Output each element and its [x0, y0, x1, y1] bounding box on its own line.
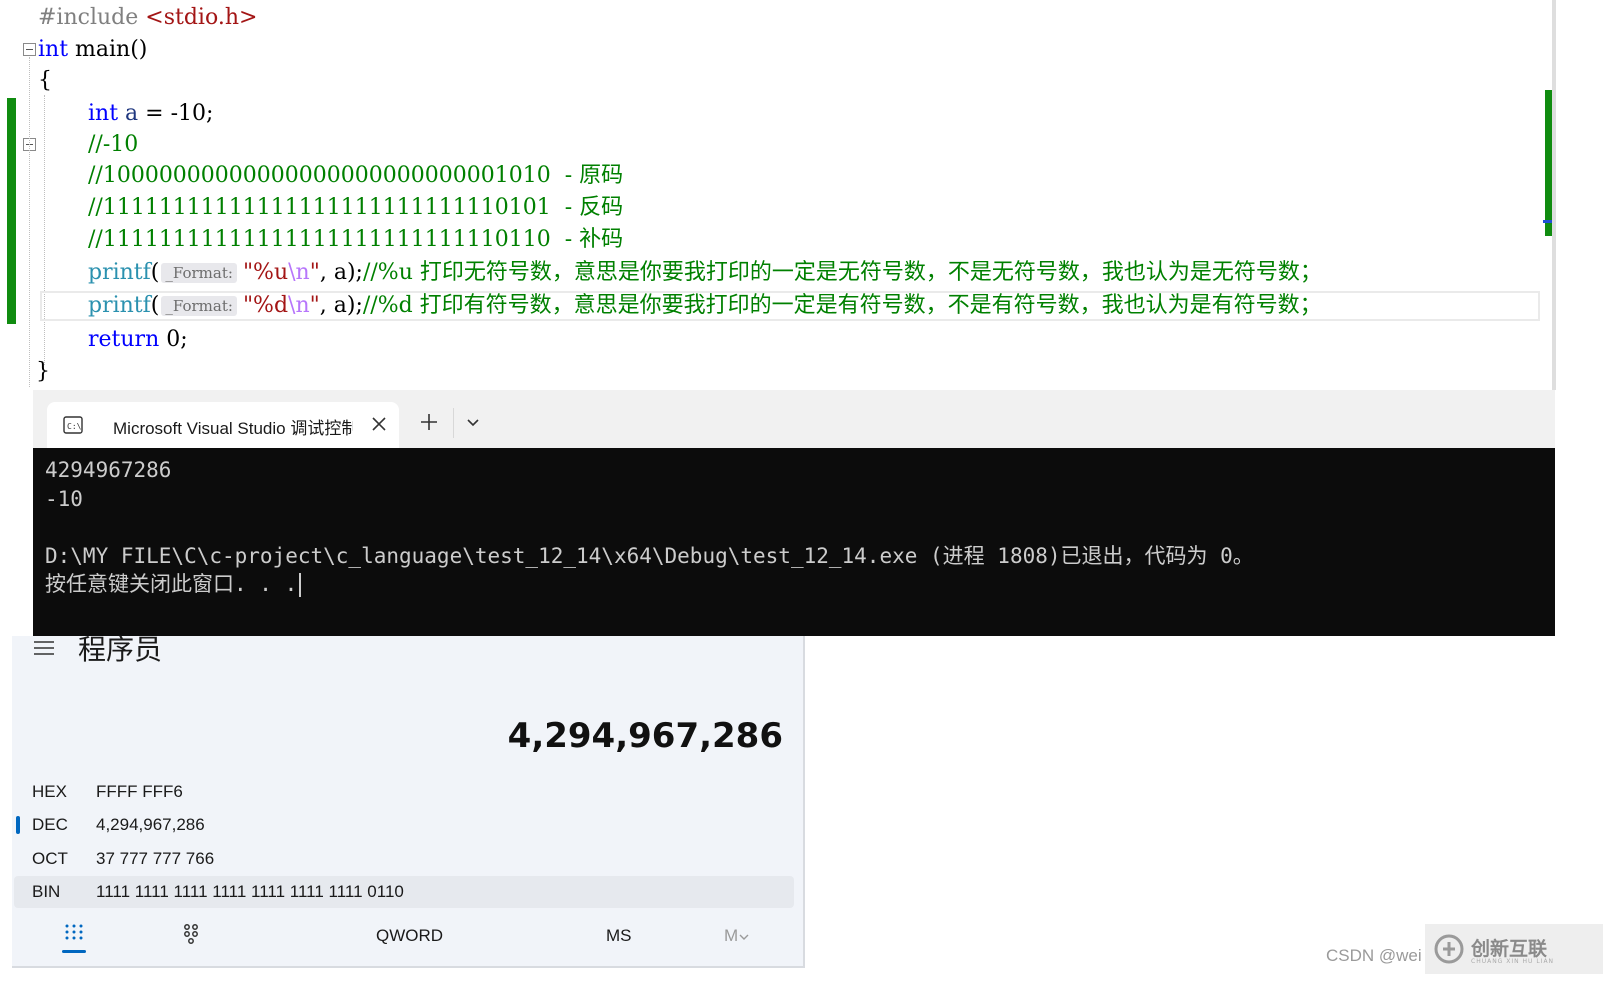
active-tab-underline	[62, 950, 86, 953]
calculator-display: 4,294,967,286	[507, 716, 783, 756]
calculator-window[interactable]: 程序员 4,294,967,286 HEX FFFF FFF6 DEC 4,29…	[12, 634, 805, 968]
logo-subtext: CHUANG XIN HU LIAN	[1471, 958, 1555, 965]
vertical-scrollbar[interactable]	[1552, 0, 1556, 390]
console-icon: C:\	[63, 416, 83, 434]
memory-store-button[interactable]: MS	[606, 926, 632, 946]
text-cursor	[299, 573, 302, 597]
output-line: -10	[45, 486, 83, 511]
comment-signed: //%d 打印有符号数，意思是你要我打印的一定是有符号数，不是有符号数，我也认为…	[362, 293, 1322, 318]
radix-value: 1111 1111 1111 1111 1111 1111 1111 0110	[96, 882, 404, 901]
bit-toggle-keypad-icon[interactable]	[179, 922, 203, 946]
radix-label: HEX	[32, 782, 67, 801]
calculator-toolbar: QWORD MS M	[12, 912, 803, 964]
scrollbar-change-marker	[1545, 90, 1552, 236]
radix-label: DEC	[32, 815, 68, 834]
close-icon[interactable]	[367, 412, 391, 436]
outline-guide	[29, 57, 30, 387]
terminal-tab[interactable]: C:\ Microsoft Visual Studio 调试控制台	[47, 402, 399, 448]
include-header: <stdio.h>	[145, 5, 258, 30]
decl-initializer: = -10;	[138, 101, 214, 126]
code-line-open-brace: {	[38, 65, 52, 97]
output-line: 4294967286	[45, 458, 172, 482]
close-brace: }	[36, 359, 50, 384]
include-directive: #include	[38, 5, 139, 30]
comment-twos-complement: //11111111111111111111111111110110 - 补码	[88, 227, 624, 252]
radix-value: FFFF FFF6	[96, 782, 183, 801]
comment-unsigned: //%u 打印无符号数，意思是你要我打印的一定是无符号数，不是无符号数，我也认为…	[362, 260, 1322, 285]
open-brace: {	[38, 68, 52, 93]
escape-sequence: \n	[288, 293, 310, 318]
code-line-printf-u: printf(_Format: "%u\n", a);//%u 打印无符号数，意思…	[88, 257, 1322, 289]
full-keypad-icon[interactable]	[62, 922, 86, 946]
radix-row-bin[interactable]: BIN 1111 1111 1111 1111 1111 1111 1111 0…	[14, 876, 794, 908]
word-size-button[interactable]: QWORD	[376, 926, 443, 946]
code-line-comment-original: //10000000000000000000000000001010 - 原码	[88, 160, 623, 192]
radix-label: OCT	[32, 849, 68, 868]
hamburger-menu-icon[interactable]	[32, 638, 56, 658]
quote-close: "	[309, 293, 320, 318]
tab-separator	[453, 408, 454, 438]
code-line-comment-value: //-10	[88, 129, 138, 161]
paren-open: (	[150, 260, 160, 285]
radix-value: 37 777 777 766	[96, 849, 215, 868]
plus-icon[interactable]	[417, 410, 441, 434]
return-value: 0;	[159, 327, 188, 352]
radix-row-hex[interactable]: HEX FFFF FFF6	[14, 776, 794, 808]
format-string: "%d	[242, 293, 289, 318]
code-editor[interactable]: #include <stdio.h> int main() { int a = …	[0, 0, 1603, 405]
csdn-watermark: CSDN @wei	[1326, 946, 1422, 965]
quote-close: "	[309, 260, 320, 285]
parameter-hint: _Format:	[161, 263, 237, 283]
code-line-include: #include <stdio.h>	[38, 2, 257, 34]
memory-menu-button[interactable]: M	[724, 926, 750, 946]
memory-menu-label: M	[724, 926, 739, 945]
code-line-comment-ones: //11111111111111111111111111110101 - 反码	[88, 192, 623, 224]
decl-variable: a	[125, 101, 139, 126]
code-line-declaration: int a = -10;	[88, 98, 213, 130]
radix-value: 4,294,967,286	[96, 815, 205, 834]
code-line-close-brace: }	[36, 356, 50, 388]
change-indicator-bar	[7, 98, 16, 324]
code-line-main: int main()	[38, 34, 147, 66]
prompt-text: 按任意键关闭此窗口. . .	[45, 572, 298, 596]
logo-icon	[1434, 934, 1464, 964]
printf-function: printf	[88, 293, 151, 318]
debug-console-window[interactable]: C:\ Microsoft Visual Studio 调试控制台 429496…	[33, 390, 1555, 636]
chevron-down-icon[interactable]	[463, 412, 483, 432]
output-line: D:\MY FILE\C\c-project\c_language\test_1…	[45, 543, 1254, 568]
brand-logo: 创新互联 CHUANG XIN HU LIAN	[1425, 924, 1603, 974]
radix-row-oct[interactable]: OCT 37 777 777 766	[14, 843, 794, 875]
output-line-blank	[45, 513, 1254, 542]
paren-open: (	[150, 293, 160, 318]
indent-guide	[44, 95, 45, 365]
code-line-printf-d: printf(_Format: "%d\n", a);//%d 打印有符号数，意思…	[88, 290, 1322, 322]
terminal-tab-title: Microsoft Visual Studio 调试控制台	[113, 419, 353, 438]
printf-args: , a);	[319, 260, 363, 285]
svg-text:C:\: C:\	[67, 422, 82, 431]
format-string: "%u	[242, 260, 289, 285]
parameter-hint: _Format:	[161, 296, 237, 316]
return-keyword: return	[88, 327, 160, 352]
chevron-down-icon	[739, 934, 749, 940]
main-signature: main()	[68, 37, 148, 62]
output-line-prompt: 按任意键关闭此窗口. . .	[45, 570, 1254, 599]
comment-ones-complement: //11111111111111111111111111110101 - 反码	[88, 195, 624, 220]
radix-label: BIN	[32, 882, 61, 901]
printf-function: printf	[88, 260, 151, 285]
terminal-tab-bar: C:\ Microsoft Visual Studio 调试控制台	[33, 390, 1555, 448]
code-line-return: return 0;	[88, 324, 188, 356]
code-line-comment-twos: //11111111111111111111111111110110 - 补码	[88, 224, 623, 256]
comment-original-code: //10000000000000000000000000001010 - 原码	[88, 163, 624, 188]
selected-radix-indicator	[16, 816, 20, 834]
decl-type: int	[88, 101, 119, 126]
console-output: 4294967286 -10 D:\MY FILE\C\c-project\c_l…	[45, 456, 1254, 599]
escape-sequence: \n	[288, 260, 310, 285]
radix-row-dec[interactable]: DEC 4,294,967,286	[14, 809, 794, 841]
collapse-main-icon[interactable]	[23, 43, 36, 56]
calculator-mode-title: 程序员	[78, 634, 163, 665]
comment-value: //-10	[88, 132, 139, 157]
main-return-type: int	[38, 37, 69, 62]
printf-args: , a);	[319, 293, 363, 318]
logo-text: 创新互联	[1471, 938, 1548, 960]
